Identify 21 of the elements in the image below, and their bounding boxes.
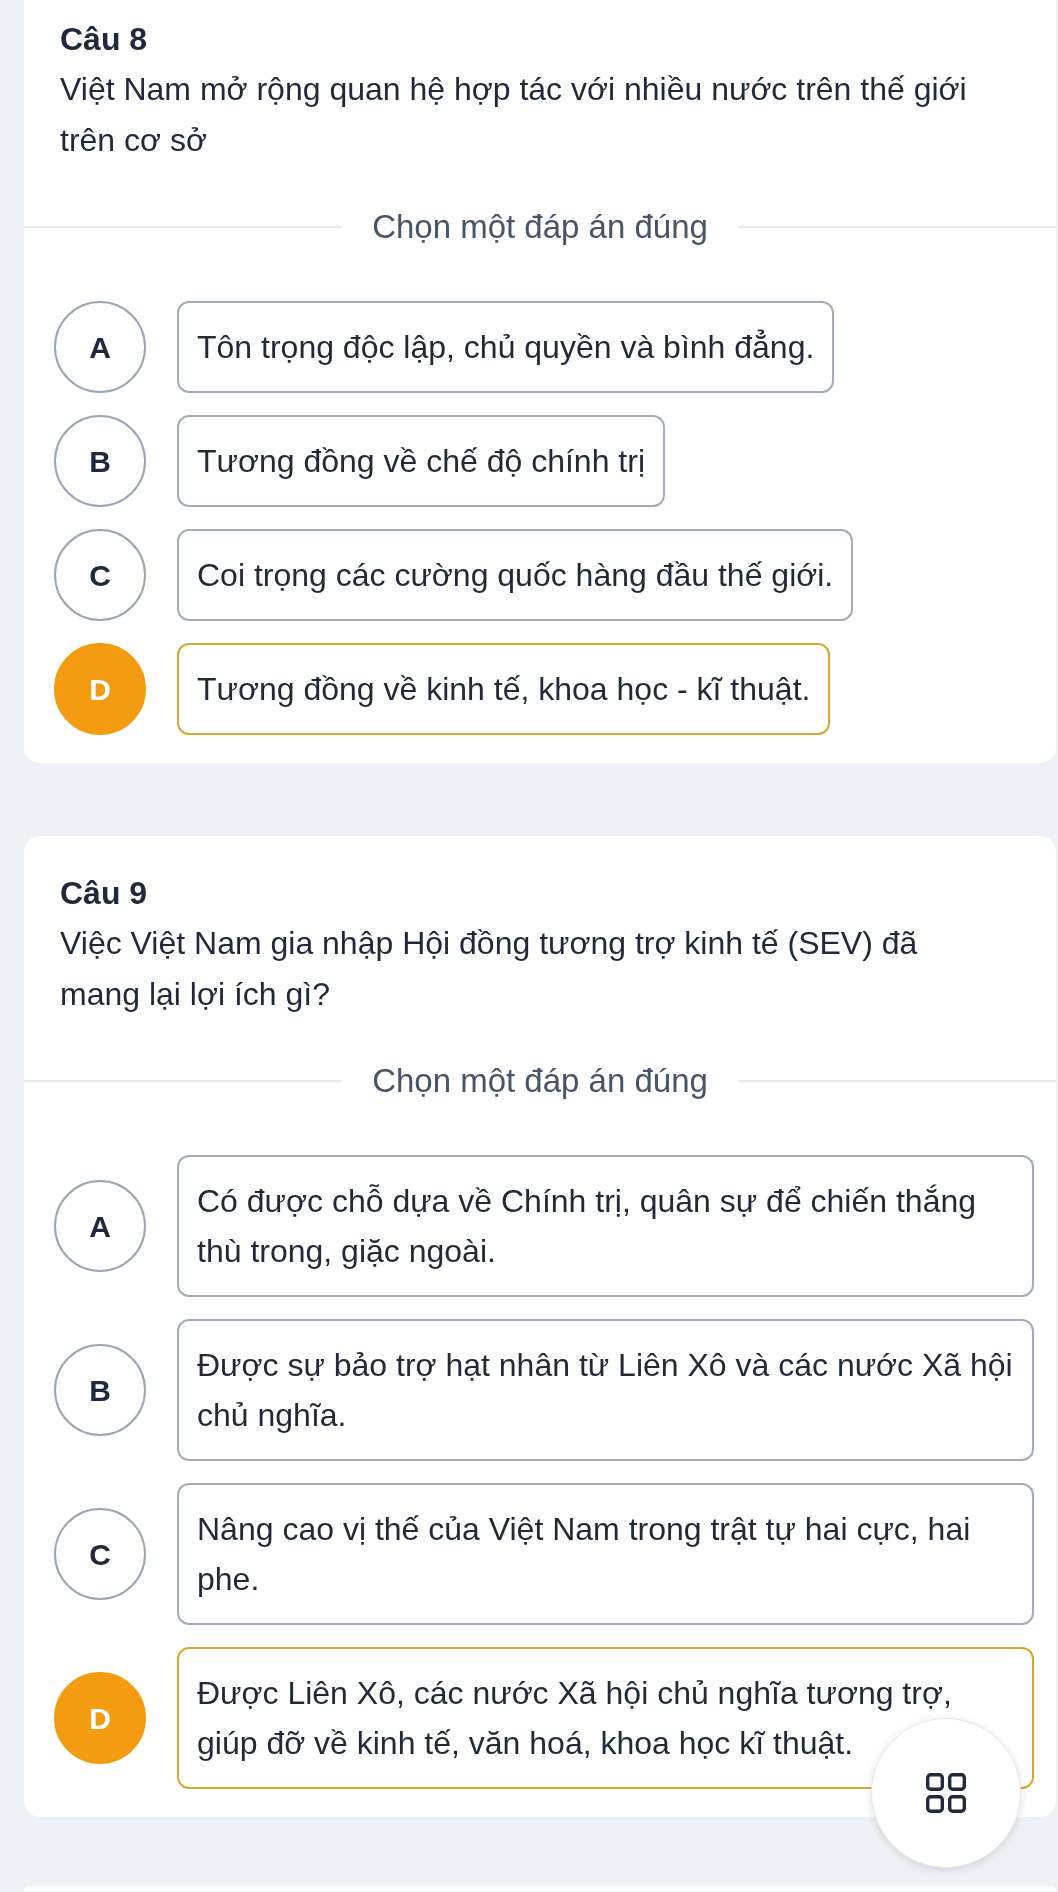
question-text: Việc Việt Nam gia nhập Hội đồng tương trợ kinh tế (SEV) đã mang lại lợi ích gì? <box>60 924 919 1014</box>
answer-letter[interactable]: A <box>54 1180 146 1272</box>
question-number: Câu 8 <box>60 20 149 59</box>
answer-option[interactable]: Tôn trọng độc lập, chủ quyền và bình đẳng. <box>177 301 835 393</box>
answer-letter[interactable]: A <box>54 301 146 393</box>
answer-letter[interactable]: C <box>54 529 146 621</box>
grid-icon <box>926 1773 966 1813</box>
answer-option[interactable]: Có được chỗ dựa về Chính trị, quân sự để chiến thắng thù trong, giặc ngoài. <box>177 1155 1034 1297</box>
answer-option[interactable]: Được sự bảo trợ hạt nhân từ Liên Xô và các nước Xã hội chủ nghĩa. <box>177 1319 1034 1461</box>
answer-letter[interactable]: B <box>54 415 146 507</box>
answer-option[interactable]: Nâng cao vị thế của Việt Nam trong trật tự hai cực, hai phe. <box>177 1483 1034 1625</box>
answer-letter[interactable]: B <box>54 1344 146 1436</box>
instruction-label: Chọn một đáp án đúng <box>371 1061 709 1101</box>
question-text: Việt Nam mở rộng quan hệ hợp tác với nhiều nước trên thế giới trên cơ sở <box>60 70 968 160</box>
question-number: Câu 9 <box>60 874 149 913</box>
answer-option[interactable]: Được Liên Xô, các nước Xã hội chủ nghĩa tương trợ, giúp đỡ về kinh tế, văn hoá, khoa học kĩ thuật. <box>177 1647 1034 1789</box>
answer-letter[interactable]: C <box>54 1508 146 1600</box>
instruction-label: Chọn một đáp án đúng <box>371 207 709 247</box>
answer-option[interactable]: Tương đồng về kinh tế, khoa học - kĩ thuật. <box>177 643 831 735</box>
answer-option[interactable]: Tương đồng về chế độ chính trị <box>177 415 665 507</box>
answer-option[interactable]: Coi trọng các cường quốc hàng đầu thế giới. <box>177 529 854 621</box>
